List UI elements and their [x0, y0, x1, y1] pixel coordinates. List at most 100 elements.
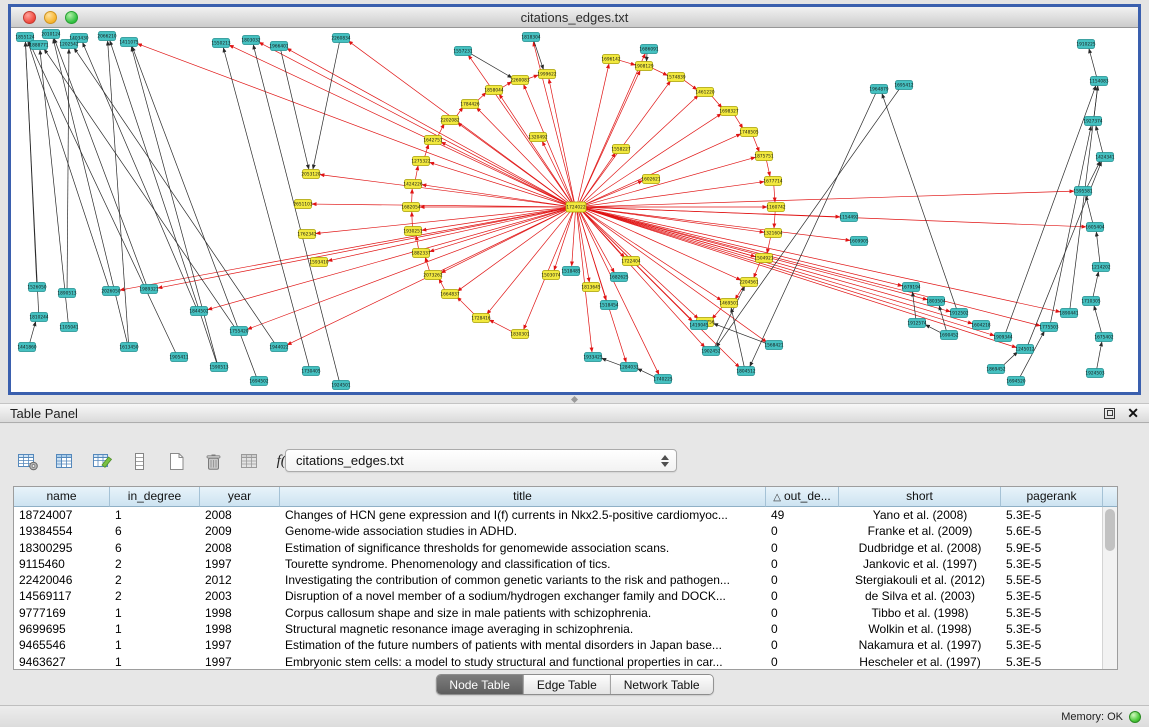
graph-edge[interactable]: [578, 64, 609, 203]
graph-edge[interactable]: [67, 49, 69, 289]
graph-edge[interactable]: [735, 285, 744, 299]
delete-table-button[interactable]: [238, 449, 262, 473]
cell-short[interactable]: Dudbridge et al. (2008): [839, 540, 1001, 556]
graph-edge[interactable]: [441, 142, 570, 205]
cell-title[interactable]: Tourette syndrome. Phenomenology and cla…: [280, 556, 766, 572]
table-row[interactable]: 946554611997Estimation of the future num…: [14, 637, 1117, 653]
graph-edge[interactable]: [313, 42, 340, 169]
graph-edge[interactable]: [457, 297, 475, 315]
graph-edge[interactable]: [582, 114, 721, 205]
cell-out_degree[interactable]: 0: [766, 588, 839, 604]
cell-in_degree[interactable]: 1: [110, 637, 200, 653]
cell-in_degree[interactable]: 2: [110, 572, 200, 588]
graph-edge[interactable]: [637, 369, 656, 378]
cell-pagerank[interactable]: 5.3E-5: [1001, 621, 1103, 637]
cell-pagerank[interactable]: 5.3E-5: [1001, 605, 1103, 621]
graph-edge[interactable]: [1096, 232, 1100, 263]
graph-edge[interactable]: [882, 94, 957, 310]
cell-in_degree[interactable]: 6: [110, 540, 200, 556]
graph-edge[interactable]: [1087, 161, 1100, 187]
cell-year[interactable]: 2008: [200, 507, 280, 523]
cell-short[interactable]: Jankovic et al. (1997): [839, 556, 1001, 572]
cell-in_degree[interactable]: 1: [110, 605, 200, 621]
cell-title[interactable]: Embryonic stem cells: a model to study s…: [280, 654, 766, 670]
cell-name[interactable]: 9699695: [14, 621, 110, 637]
table-row[interactable]: 1456911722003Disruption of a novel membe…: [14, 588, 1117, 604]
network-window-titlebar[interactable]: citations_edges.txt: [11, 7, 1138, 28]
column-header-short[interactable]: short: [839, 487, 1001, 507]
cell-short[interactable]: de Silva et al. (2003): [839, 588, 1001, 604]
graph-edge[interactable]: [1002, 352, 1018, 367]
cell-out_degree[interactable]: 0: [766, 605, 839, 621]
graph-edge[interactable]: [583, 191, 1074, 207]
graph-edge[interactable]: [412, 212, 413, 227]
graph-edge[interactable]: [158, 208, 569, 288]
graph-edge[interactable]: [25, 42, 36, 283]
graph-edge[interactable]: [1096, 126, 1103, 153]
cell-name[interactable]: 9463627: [14, 654, 110, 670]
graph-edge[interactable]: [1086, 196, 1093, 223]
graph-edge[interactable]: [281, 50, 309, 169]
cell-in_degree[interactable]: 6: [110, 523, 200, 539]
new-file-button[interactable]: [164, 449, 188, 473]
graph-edge[interactable]: [766, 160, 770, 177]
cell-name[interactable]: 9465546: [14, 637, 110, 653]
cell-short[interactable]: Tibbo et al. (1998): [839, 605, 1001, 621]
graph-edge[interactable]: [582, 209, 740, 280]
cell-out_degree[interactable]: 0: [766, 556, 839, 572]
graph-edge[interactable]: [774, 211, 775, 228]
graph-edge[interactable]: [229, 45, 569, 205]
cell-name[interactable]: 18300295: [14, 540, 110, 556]
cell-out_degree[interactable]: 0: [766, 654, 839, 670]
cell-pagerank[interactable]: 5.3E-5: [1001, 637, 1103, 653]
graph-edge[interactable]: [549, 79, 575, 203]
graph-edge[interactable]: [425, 257, 429, 271]
graph-edge[interactable]: [320, 175, 569, 207]
graph-edge[interactable]: [580, 81, 670, 204]
graph-edge[interactable]: [422, 208, 569, 231]
graph-edge[interactable]: [1089, 49, 1097, 78]
cell-out_degree[interactable]: 0: [766, 637, 839, 653]
graph-edge[interactable]: [487, 210, 572, 314]
cell-in_degree[interactable]: 2: [110, 556, 200, 572]
graph-edge[interactable]: [734, 114, 743, 128]
graph-edge[interactable]: [476, 107, 571, 204]
graph-edge[interactable]: [328, 208, 569, 261]
graph-edge[interactable]: [412, 189, 413, 203]
cell-year[interactable]: 1998: [200, 605, 280, 621]
graph-edge[interactable]: [572, 211, 576, 266]
graph-edge[interactable]: [430, 162, 570, 205]
minimize-window-button[interactable]: [44, 11, 57, 24]
cell-out_degree[interactable]: 0: [766, 540, 839, 556]
cell-pagerank[interactable]: 5.3E-5: [1001, 507, 1103, 523]
cell-year[interactable]: 2008: [200, 540, 280, 556]
edit-columns-button[interactable]: [90, 449, 114, 473]
cell-year[interactable]: 2012: [200, 572, 280, 588]
cell-pagerank[interactable]: 5.9E-5: [1001, 540, 1103, 556]
graph-edge[interactable]: [74, 48, 275, 344]
graph-edge[interactable]: [208, 208, 570, 310]
graph-edge[interactable]: [767, 237, 771, 254]
cell-title[interactable]: Disruption of a novel member of a sodium…: [280, 588, 766, 604]
graph-edge[interactable]: [489, 320, 513, 333]
cell-short[interactable]: Stergiakouli et al. (2012): [839, 572, 1001, 588]
table-row[interactable]: 1872400712008Changes of HCN gene express…: [14, 507, 1117, 523]
graph-edge[interactable]: [716, 88, 900, 347]
cell-in_degree[interactable]: 1: [110, 621, 200, 637]
cell-in_degree[interactable]: 1: [110, 654, 200, 670]
graph-edge[interactable]: [1094, 306, 1102, 334]
table-row[interactable]: 2242004622012Investigating the contribut…: [14, 572, 1117, 588]
graph-edge[interactable]: [1020, 331, 1045, 377]
cell-name[interactable]: 18724007: [14, 507, 110, 523]
cell-out_degree[interactable]: 0: [766, 621, 839, 637]
cell-name[interactable]: 14569117: [14, 588, 110, 604]
cell-pagerank[interactable]: 5.3E-5: [1001, 654, 1103, 670]
tab-network-table[interactable]: Network Table: [610, 675, 713, 694]
cell-out_degree[interactable]: 49: [766, 507, 839, 523]
cell-in_degree[interactable]: 1: [110, 507, 200, 523]
cell-title[interactable]: Structural magnetic resonance image aver…: [280, 621, 766, 637]
table-mode-button[interactable]: [16, 449, 40, 473]
graph-edge[interactable]: [137, 44, 569, 206]
cell-pagerank[interactable]: 5.3E-5: [1001, 556, 1103, 572]
tab-node-table[interactable]: Node Table: [436, 675, 523, 694]
